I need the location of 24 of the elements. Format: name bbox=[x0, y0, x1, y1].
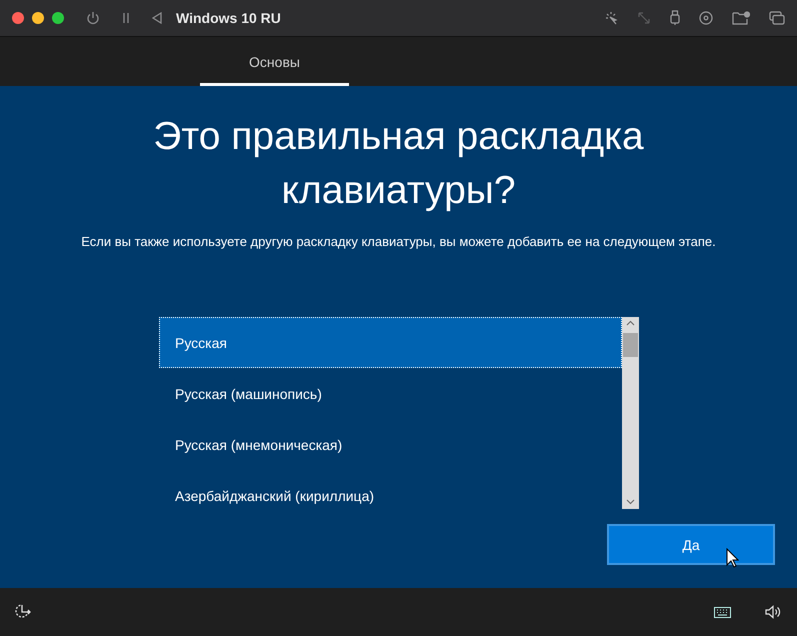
minimize-button[interactable] bbox=[32, 12, 44, 24]
keyboard-icon[interactable] bbox=[714, 606, 731, 618]
subtitle: Если вы также используете другую раскладку клавиатуры, вы можете добавить ее на следующем этапе. bbox=[80, 234, 717, 249]
pause-icon[interactable] bbox=[122, 12, 130, 24]
pointer-icon[interactable] bbox=[604, 11, 618, 25]
yes-button[interactable]: Да bbox=[607, 524, 775, 565]
layout-option[interactable]: Азербайджанский (кириллица) bbox=[159, 470, 622, 509]
power-icon[interactable] bbox=[86, 11, 100, 25]
layout-option[interactable]: Русская (машинопись) bbox=[159, 368, 622, 419]
usb-icon[interactable] bbox=[670, 10, 680, 26]
scrollbar[interactable] bbox=[622, 317, 639, 509]
disc-icon[interactable] bbox=[699, 11, 713, 25]
zoom-button[interactable] bbox=[52, 12, 64, 24]
volume-icon[interactable] bbox=[765, 605, 781, 619]
window-title: Windows 10 RU bbox=[176, 10, 281, 26]
scrollbar-thumb[interactable] bbox=[623, 333, 638, 357]
back-icon[interactable] bbox=[152, 12, 162, 24]
shared-folder-icon[interactable] bbox=[732, 11, 750, 25]
layout-option[interactable]: Русская bbox=[159, 317, 622, 368]
layout-option[interactable]: Русская (мнемоническая) bbox=[159, 419, 622, 470]
windows-icon[interactable] bbox=[769, 11, 785, 25]
heading: Это правильная раскладка клавиатуры? bbox=[152, 114, 645, 214]
close-button[interactable] bbox=[12, 12, 24, 24]
cursor-icon bbox=[726, 548, 739, 568]
